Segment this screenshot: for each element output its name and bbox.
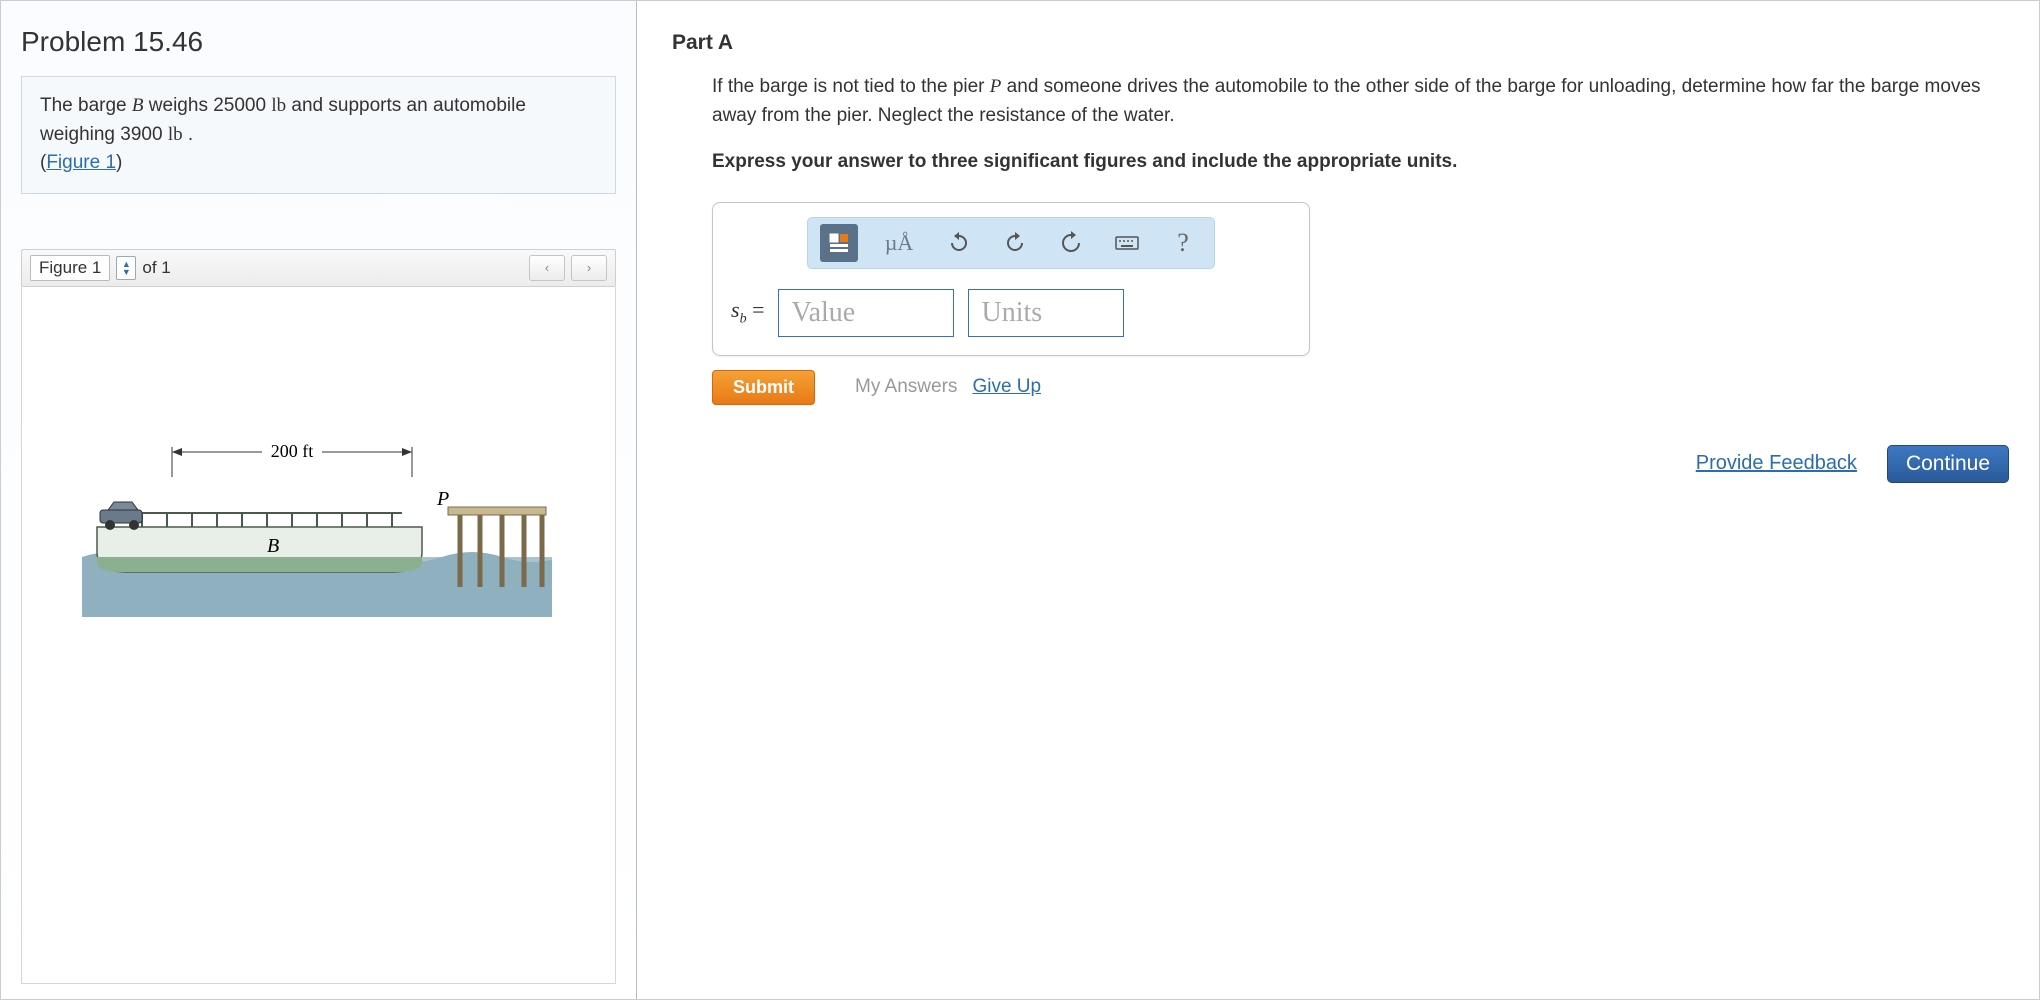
submit-button[interactable]: Submit xyxy=(712,370,815,405)
figure-canvas: 200 ft xyxy=(21,287,616,985)
answer-var-s: s xyxy=(731,297,740,322)
barge-diagram: 200 ft xyxy=(82,417,552,637)
units-tool-button[interactable]: µÅ xyxy=(876,224,922,262)
undo-icon xyxy=(947,231,971,255)
chevron-down-icon: ▼ xyxy=(122,268,131,276)
units-input[interactable]: Units xyxy=(968,289,1124,337)
template-tool-button[interactable] xyxy=(820,224,858,262)
dimension-label: 200 ft xyxy=(271,441,314,461)
problem-title: Problem 15.46 xyxy=(21,26,616,58)
give-up-link[interactable]: Give Up xyxy=(972,376,1041,397)
part-a-question: If the barge is not tied to the pier P a… xyxy=(712,73,2012,130)
problem-text-a: The barge xyxy=(40,95,132,116)
figure-next-button[interactable]: › xyxy=(571,255,607,281)
problem-text-d: . xyxy=(183,124,194,145)
barge-label: B xyxy=(267,535,279,557)
figure-of-text: of 1 xyxy=(142,258,170,278)
figure-prev-button[interactable]: ‹ xyxy=(529,255,565,281)
continue-button[interactable]: Continue xyxy=(1887,445,2009,483)
figure-link[interactable]: Figure 1 xyxy=(46,152,116,173)
my-answers-label: My Answers xyxy=(855,376,957,397)
reset-button[interactable] xyxy=(1052,224,1090,262)
qa-P: P xyxy=(990,76,1002,97)
var-B: B xyxy=(132,95,144,116)
formatting-toolbar: µÅ ? xyxy=(807,217,1215,269)
answer-variable: sb = xyxy=(731,297,764,327)
unit-lb-2: lb xyxy=(168,124,183,145)
part-a-title: Part A xyxy=(672,31,2019,55)
figure-toolbar: Figure 1 ▲ ▼ of 1 ‹ › xyxy=(21,249,616,287)
part-a-instruction: Express your answer to three significant… xyxy=(712,148,2012,177)
pier-label: P xyxy=(436,488,449,510)
undo-button[interactable] xyxy=(940,224,978,262)
problem-statement: The barge B weighs 25000 lb and supports… xyxy=(21,76,616,194)
answer-panel: µÅ ? sb = Value xyxy=(712,202,1310,356)
problem-text-b: weighs 25000 xyxy=(144,95,272,116)
keyboard-icon xyxy=(1115,231,1139,255)
qa-a: If the barge is not tied to the pier xyxy=(712,76,990,97)
reset-icon xyxy=(1059,231,1083,255)
answer-eq: = xyxy=(747,297,765,322)
redo-button[interactable] xyxy=(996,224,1034,262)
value-input[interactable]: Value xyxy=(778,289,954,337)
provide-feedback-link[interactable]: Provide Feedback xyxy=(1696,452,1857,475)
figure-spinner[interactable]: ▲ ▼ xyxy=(116,256,136,280)
unit-lb-1: lb xyxy=(271,95,286,116)
keyboard-button[interactable] xyxy=(1108,224,1146,262)
redo-icon xyxy=(1003,231,1027,255)
answer-input-row: sb = Value Units xyxy=(731,289,1291,337)
answer-var-sub: b xyxy=(740,312,747,327)
help-button[interactable]: ? xyxy=(1164,224,1202,262)
figure-label: Figure 1 xyxy=(30,255,110,281)
